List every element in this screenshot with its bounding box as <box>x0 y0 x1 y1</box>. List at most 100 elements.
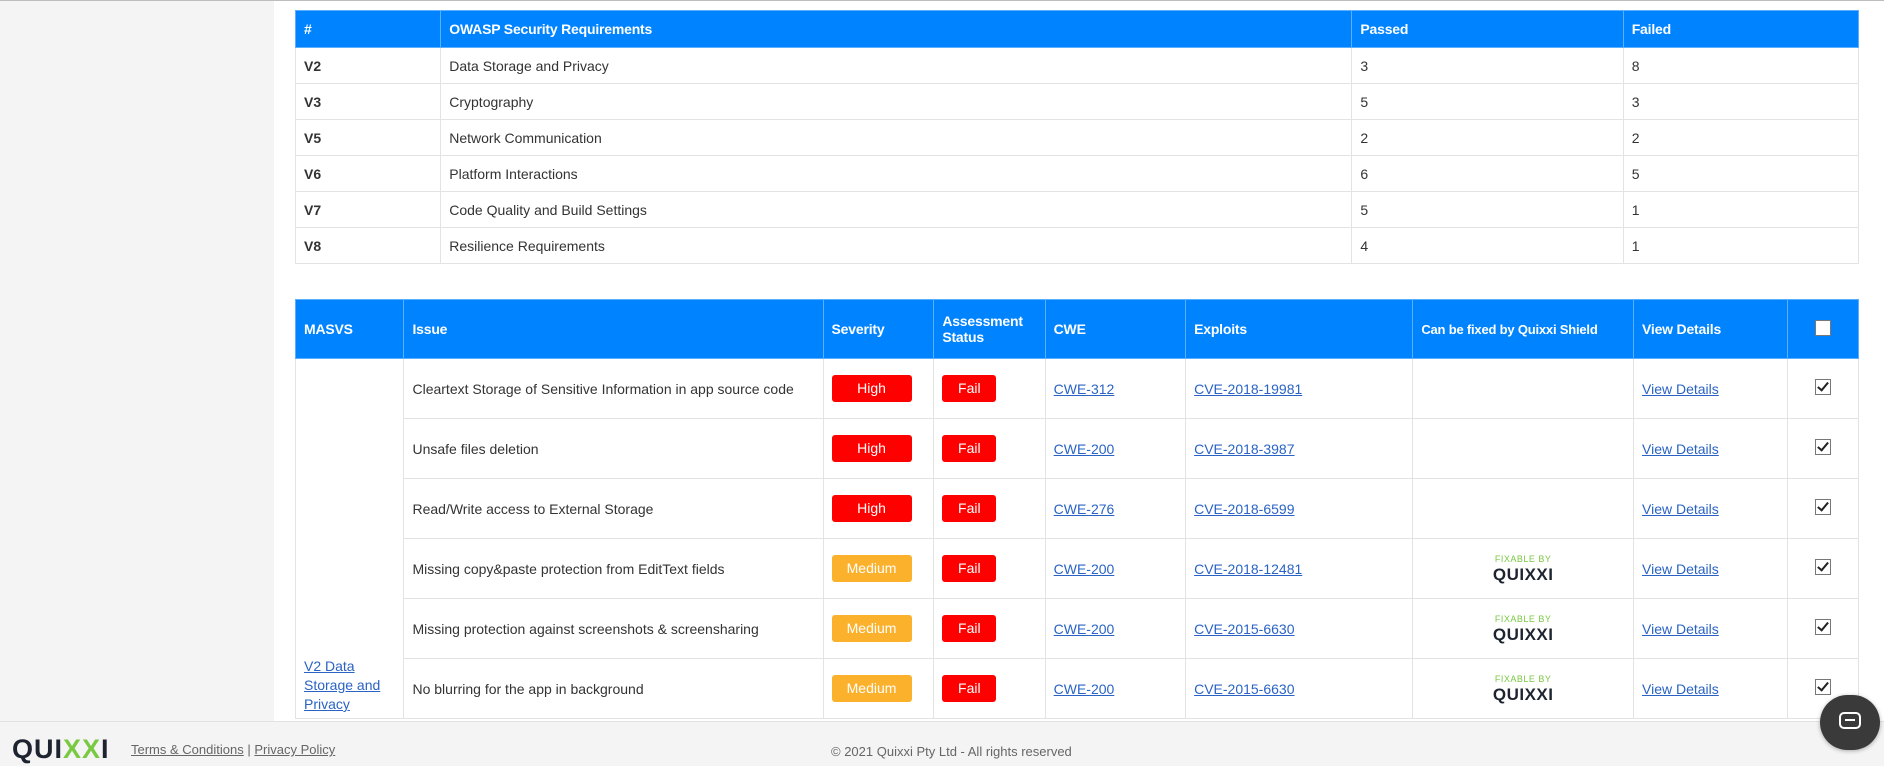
owasp-header-row: # OWASP Security Requirements Passed Fai… <box>294 10 1860 48</box>
fixable-by-label: FIXABLE BY <box>1494 673 1552 684</box>
owasp-row-id: V3 <box>294 83 442 120</box>
quixxi-logo: QUIXXI <box>12 734 110 764</box>
owasp-row-name: Network Communication <box>440 119 1353 156</box>
owasp-row-name: Platform Interactions <box>440 155 1353 192</box>
select-checkbox[interactable] <box>1815 439 1832 455</box>
select-checkbox[interactable] <box>1815 619 1832 635</box>
issues-header-assessment-line1: Assessment <box>942 313 1023 329</box>
owasp-row-name: Code Quality and Build Settings <box>440 191 1353 228</box>
view-details-link[interactable]: View Details <box>1642 501 1719 517</box>
owasp-row: V7 Code Quality and Build Settings 5 1 <box>294 191 1860 228</box>
issue-title: Missing protection against screenshots &… <box>403 598 824 659</box>
owasp-header-num: # <box>294 10 442 48</box>
footer: QUIXXI Terms & Conditions | Privacy Poli… <box>0 721 1884 766</box>
view-details-cell: View Details <box>1632 418 1789 479</box>
issues-header-assessment: Assessment Status <box>933 299 1046 359</box>
exploit-link[interactable]: CVE-2018-12481 <box>1194 561 1302 577</box>
owasp-row-passed: 2 <box>1351 119 1624 156</box>
footer-links: Terms & Conditions | Privacy Policy <box>131 742 335 757</box>
issues-header-severity: Severity <box>822 299 935 359</box>
terms-link[interactable]: Terms & Conditions <box>131 742 244 757</box>
cwe-link[interactable]: CWE-200 <box>1054 681 1115 697</box>
chat-bubble-icon <box>1839 712 1861 729</box>
issue-row: Read/Write access to External Storage Hig… <box>296 478 1859 539</box>
left-pane <box>0 1 274 721</box>
status-cell: Fail <box>933 598 1046 659</box>
fixable-by-quixxi-logo: FIXABLE BY QUIXXI <box>1493 554 1554 583</box>
view-details-link[interactable]: View Details <box>1642 381 1719 397</box>
exploit-link[interactable]: CVE-2018-6599 <box>1194 501 1294 517</box>
severity-cell: Medium <box>822 658 935 719</box>
select-checkbox[interactable] <box>1815 379 1832 395</box>
issues-header-view-details: View Details <box>1632 299 1789 359</box>
cwe-link[interactable]: CWE-200 <box>1054 561 1115 577</box>
status-cell: Fail <box>933 418 1046 479</box>
cwe-link[interactable]: CWE-200 <box>1054 441 1115 457</box>
cwe-cell: CWE-312 <box>1044 358 1187 419</box>
chat-button[interactable] <box>1820 695 1880 750</box>
owasp-row-name: Cryptography <box>440 83 1353 120</box>
issue-row: V2 Data Storage and Privacy Cleartext Sto… <box>294 358 1859 719</box>
select-checkbox[interactable] <box>1815 499 1832 515</box>
cwe-link[interactable]: CWE-276 <box>1054 501 1115 517</box>
owasp-row-failed: 8 <box>1622 47 1860 84</box>
select-cell <box>1787 598 1859 659</box>
severity-cell: Medium <box>822 598 935 659</box>
status-badge: Fail <box>942 675 997 702</box>
exploit-link[interactable]: CVE-2018-19981 <box>1194 381 1302 397</box>
select-checkbox[interactable] <box>1815 679 1832 695</box>
owasp-table: # OWASP Security Requirements Passed Fai… <box>294 10 1860 264</box>
select-cell <box>1787 358 1859 419</box>
fixable-by-label: FIXABLE BY <box>1494 613 1552 624</box>
owasp-row: V8 Resilience Requirements 4 1 <box>294 227 1860 264</box>
owasp-row-passed: 5 <box>1351 191 1624 228</box>
owasp-row-passed: 4 <box>1351 227 1624 264</box>
view-details-link[interactable]: View Details <box>1642 561 1719 577</box>
select-all-checkbox[interactable] <box>1815 319 1832 336</box>
issue-row: Missing protection against screenshots &… <box>296 598 1859 659</box>
status-badge: Fail <box>942 375 997 402</box>
fixable-cell: FIXABLE BY QUIXXI <box>1412 538 1634 599</box>
owasp-row-failed: 3 <box>1622 83 1860 120</box>
issue-row: Unsafe files deletion High Fail CWE-200 CVE-… <box>296 418 1859 479</box>
cwe-cell: CWE-200 <box>1044 418 1187 479</box>
status-badge: Fail <box>942 495 997 522</box>
masvs-group-link[interactable]: V2 Data Storage and Privacy <box>304 658 380 712</box>
copyright: © 2021 Quixxi Pty Ltd - All rights reser… <box>831 744 1072 759</box>
select-checkbox[interactable] <box>1815 559 1832 575</box>
status-cell: Fail <box>933 658 1046 719</box>
select-cell <box>1787 478 1859 539</box>
exploit-link[interactable]: CVE-2015-6630 <box>1194 681 1294 697</box>
severity-badge: High <box>831 375 912 402</box>
cwe-link[interactable]: CWE-200 <box>1054 621 1115 637</box>
view-details-link[interactable]: View Details <box>1642 621 1719 637</box>
fixable-logo-text: QUIXXI <box>1492 624 1554 644</box>
owasp-row: V6 Platform Interactions 6 5 <box>294 155 1860 192</box>
status-cell: Fail <box>933 538 1046 599</box>
fixable-by-quixxi-logo: FIXABLE BY QUIXXI <box>1492 613 1554 644</box>
owasp-header-requirements: OWASP Security Requirements <box>440 10 1353 48</box>
issues-header-masvs: MASVS <box>294 299 405 359</box>
severity-badge: High <box>831 495 912 522</box>
view-details-cell: View Details <box>1632 478 1789 539</box>
cwe-link[interactable]: CWE-312 <box>1054 381 1115 397</box>
status-badge: Fail <box>942 435 997 462</box>
issue-title: Missing copy&paste protection from EditT… <box>403 538 824 599</box>
exploit-link[interactable]: CVE-2018-3987 <box>1194 441 1294 457</box>
view-details-link[interactable]: View Details <box>1642 681 1719 697</box>
privacy-link[interactable]: Privacy Policy <box>254 742 335 757</box>
issue-title: Unsafe files deletion <box>403 418 824 479</box>
view-details-cell: View Details <box>1632 538 1789 599</box>
fixable-cell <box>1412 418 1634 479</box>
view-details-link[interactable]: View Details <box>1642 441 1719 457</box>
select-cell <box>1787 418 1859 479</box>
footer-separator: | <box>247 742 251 757</box>
owasp-row-id: V6 <box>294 155 442 192</box>
exploit-cell: CVE-2015-6630 <box>1185 598 1414 659</box>
owasp-header-passed: Passed <box>1351 10 1624 48</box>
cwe-cell: CWE-200 <box>1044 598 1187 659</box>
owasp-row-id: V7 <box>294 191 442 228</box>
exploit-cell: CVE-2015-6630 <box>1185 658 1414 719</box>
issue-row: No blurring for the app in background Med… <box>296 658 1859 719</box>
exploit-link[interactable]: CVE-2015-6630 <box>1194 621 1294 637</box>
